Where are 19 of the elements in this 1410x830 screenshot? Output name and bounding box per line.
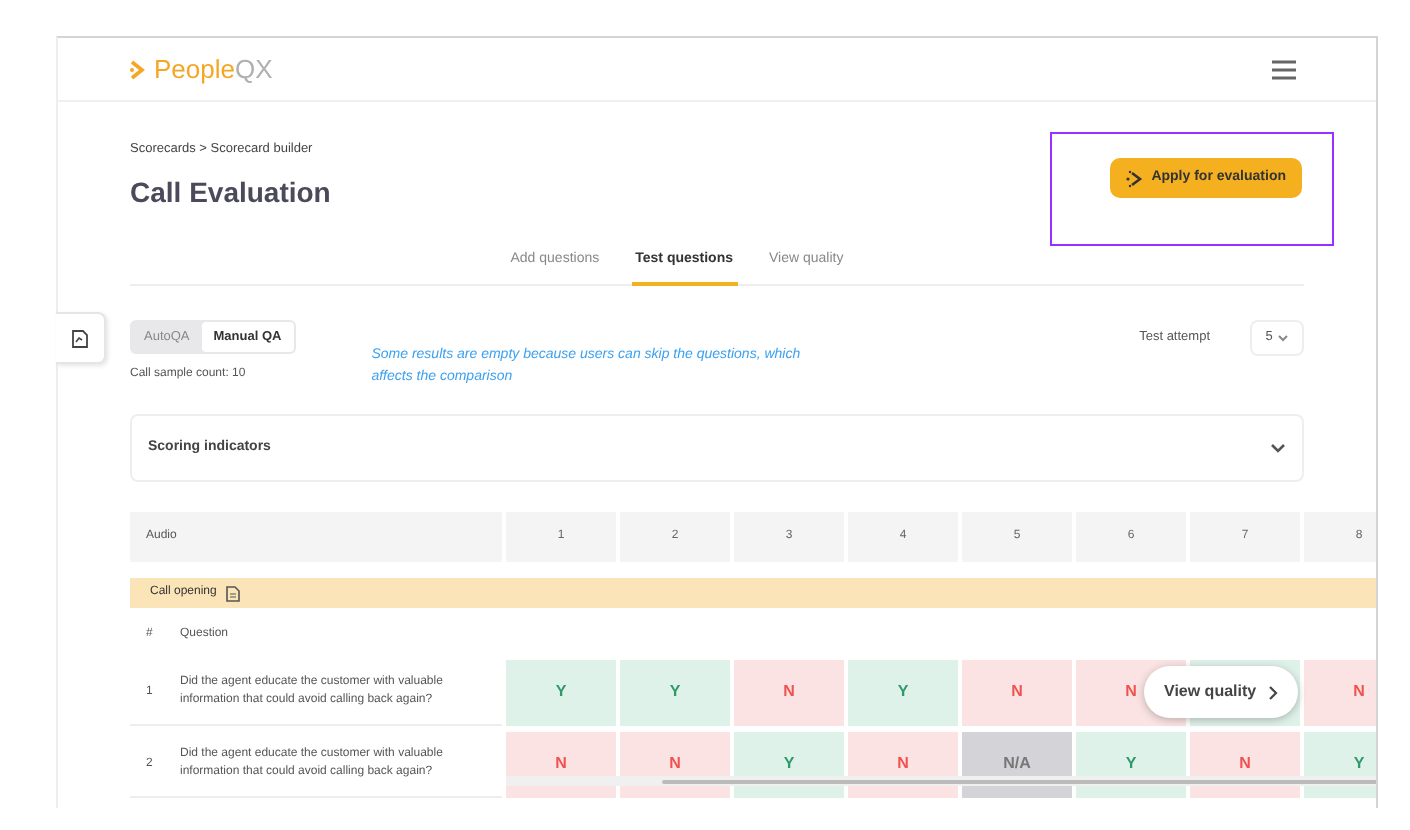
result-cell: Y — [620, 660, 730, 727]
result-cell: N — [734, 660, 844, 727]
menu-icon[interactable] — [1272, 59, 1296, 79]
scrollbar-thumb[interactable] — [662, 779, 1376, 783]
chevron-down-icon — [1278, 334, 1289, 343]
result-cell: Y — [848, 660, 958, 727]
document-icon — [72, 329, 88, 347]
result-cell: N — [962, 660, 1072, 727]
view-quality-button[interactable]: View quality — [1144, 666, 1299, 718]
horizontal-scrollbar[interactable] — [506, 776, 1376, 786]
page-title: Call Evaluation — [130, 173, 331, 212]
sparkle-arrow-icon — [1125, 169, 1144, 187]
side-panel-tab[interactable] — [56, 312, 106, 364]
result-cell: Y — [506, 660, 616, 727]
logo: PeopleQX — [130, 49, 273, 89]
result-cell: N — [1304, 660, 1376, 727]
document-icon — [226, 585, 241, 602]
chevron-right-icon — [1268, 685, 1279, 699]
logo-icon — [130, 59, 148, 79]
